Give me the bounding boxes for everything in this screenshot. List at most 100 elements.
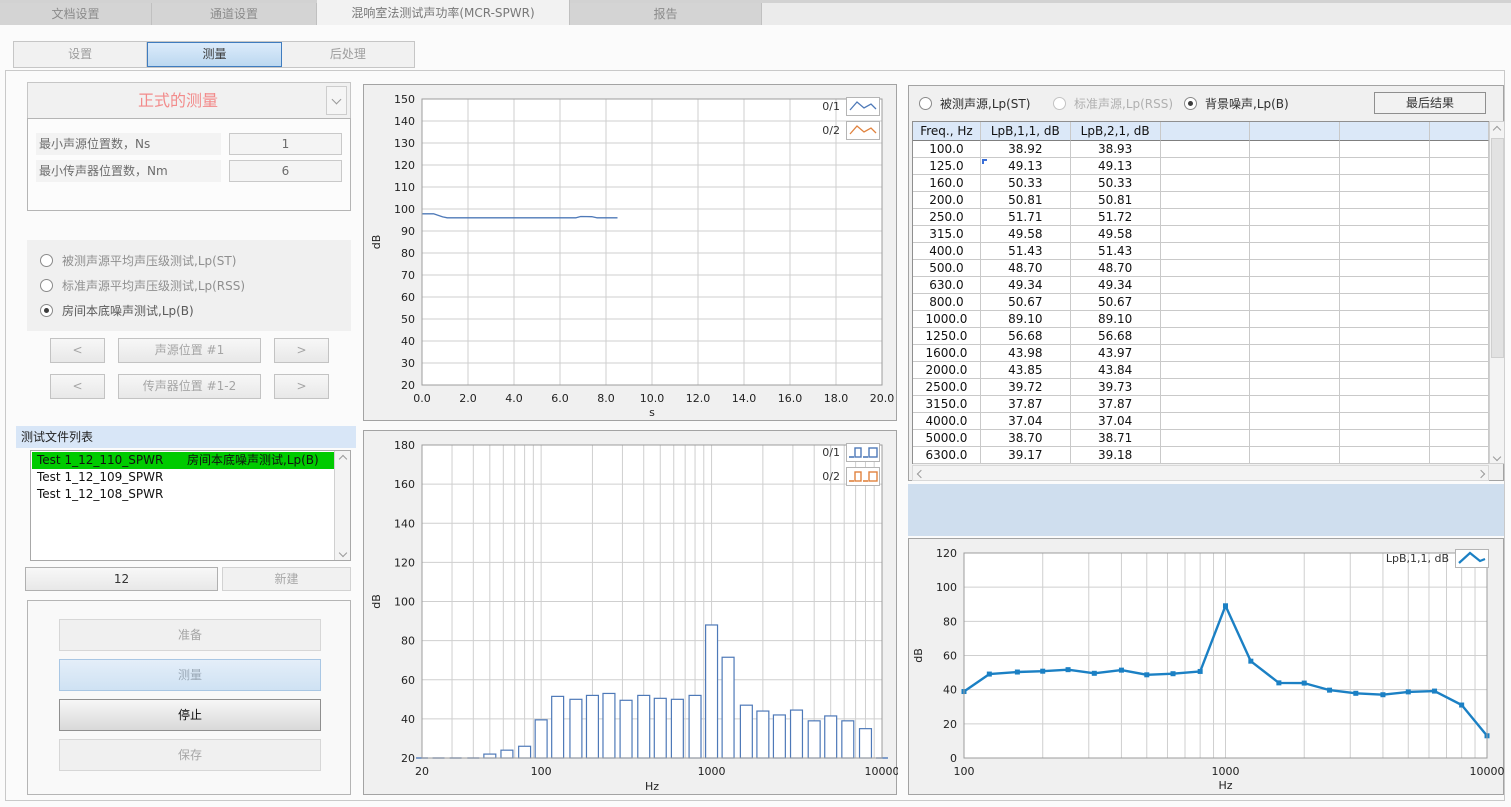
subtab-2[interactable]: 测量 [147, 42, 281, 67]
table-cell[interactable] [1430, 311, 1489, 328]
table-cell[interactable] [1250, 362, 1340, 379]
save-button[interactable]: 保存 [59, 739, 321, 771]
result-source-radio[interactable]: 背景噪声,Lp(B) [1184, 94, 1289, 112]
table-cell[interactable]: 500.0 [913, 260, 981, 277]
table-cell[interactable] [1161, 294, 1251, 311]
table-cell[interactable]: 48.70 [981, 260, 1071, 277]
table-cell[interactable]: 37.87 [981, 396, 1071, 413]
table-cell[interactable] [1430, 209, 1489, 226]
table-cell[interactable] [1250, 209, 1340, 226]
table-cell[interactable]: 39.72 [981, 379, 1071, 396]
table-cell[interactable]: 100.0 [913, 141, 981, 158]
table-vertical-scrollbar[interactable] [1489, 121, 1505, 464]
scroll-down-button[interactable] [1490, 449, 1504, 463]
table-cell[interactable] [1250, 311, 1340, 328]
table-cell[interactable]: 39.73 [1071, 379, 1161, 396]
measurement-mode-dropdown[interactable]: 正式的测量 [27, 82, 351, 119]
table-cell[interactable] [1340, 447, 1430, 464]
table-cell[interactable] [1161, 396, 1251, 413]
table-cell[interactable]: 400.0 [913, 243, 981, 260]
table-cell[interactable] [1340, 345, 1430, 362]
table-cell[interactable]: 38.70 [981, 430, 1071, 447]
table-cell[interactable] [1161, 345, 1251, 362]
microphone-position-prev-button[interactable]: < [50, 374, 105, 399]
table-cell[interactable] [1250, 345, 1340, 362]
table-cell[interactable] [1430, 243, 1489, 260]
table-cell[interactable] [1161, 328, 1251, 345]
table-cell[interactable] [1161, 226, 1251, 243]
table-cell[interactable] [1430, 379, 1489, 396]
table-cell[interactable]: 3150.0 [913, 396, 981, 413]
source-position-label-button[interactable]: 声源位置 #1 [118, 338, 261, 363]
result-source-radio[interactable]: 被测声源,Lp(ST) [919, 94, 1030, 112]
table-cell[interactable] [1250, 141, 1340, 158]
table-cell[interactable]: 800.0 [913, 294, 981, 311]
table-cell[interactable]: 49.34 [981, 277, 1071, 294]
table-cell[interactable] [1250, 413, 1340, 430]
table-cell[interactable] [1161, 158, 1251, 175]
results-table[interactable]: Freq., HzLpB,1,1, dBLpB,2,1, dB100.038.9… [912, 121, 1489, 464]
list-item[interactable]: Test 1_12_110_SPWR房间本底噪声测试,Lp(B) [32, 452, 334, 469]
table-cell[interactable] [1340, 175, 1430, 192]
new-file-button[interactable]: 新建 [222, 567, 351, 591]
table-cell[interactable]: 51.72 [1071, 209, 1161, 226]
stop-button[interactable]: 停止 [59, 699, 321, 731]
table-cell[interactable] [1340, 311, 1430, 328]
table-cell[interactable]: 50.67 [981, 294, 1071, 311]
table-cell[interactable] [1430, 141, 1489, 158]
microphone-position-label-button[interactable]: 传声器位置 #1-2 [118, 374, 261, 399]
table-cell[interactable] [1250, 277, 1340, 294]
table-cell[interactable]: 43.98 [981, 345, 1071, 362]
table-cell[interactable]: 250.0 [913, 209, 981, 226]
table-cell[interactable]: 50.81 [981, 192, 1071, 209]
table-cell[interactable] [1430, 226, 1489, 243]
tab-1[interactable]: 文档设置 [0, 3, 152, 25]
tab-3[interactable]: 混响室法测试声功率(MCR-SPWR) [317, 0, 570, 25]
list-item[interactable]: Test 1_12_109_SPWR [32, 469, 334, 486]
table-cell[interactable]: 37.04 [981, 413, 1071, 430]
table-cell[interactable] [1430, 413, 1489, 430]
legend-peak-icon[interactable] [1455, 549, 1489, 568]
prepare-button[interactable]: 准备 [59, 619, 321, 651]
table-cell[interactable] [1250, 158, 1340, 175]
table-cell[interactable] [1430, 158, 1489, 175]
table-cell[interactable]: 43.84 [1071, 362, 1161, 379]
table-cell[interactable]: 49.13 [1071, 158, 1161, 175]
table-cell[interactable] [1161, 209, 1251, 226]
table-cell[interactable]: 43.97 [1071, 345, 1161, 362]
param-field-value[interactable]: 6 [229, 160, 342, 182]
table-cell[interactable] [1161, 311, 1251, 328]
table-cell[interactable]: 51.43 [981, 243, 1071, 260]
table-cell[interactable] [1340, 260, 1430, 277]
table-cell[interactable]: 50.33 [981, 175, 1071, 192]
tab-2[interactable]: 通道设置 [152, 3, 317, 25]
table-cell[interactable]: 37.87 [1071, 396, 1161, 413]
table-cell[interactable]: 48.70 [1071, 260, 1161, 277]
table-cell[interactable]: 4000.0 [913, 413, 981, 430]
microphone-position-next-button[interactable]: > [274, 374, 329, 399]
table-cell[interactable]: 160.0 [913, 175, 981, 192]
table-cell[interactable]: 49.34 [1071, 277, 1161, 294]
table-cell[interactable] [1430, 396, 1489, 413]
table-cell[interactable]: 38.92 [981, 141, 1071, 158]
table-cell[interactable] [1250, 192, 1340, 209]
test-type-radio[interactable]: 被测声源平均声压级测试,Lp(ST) [40, 251, 236, 269]
table-cell[interactable] [1250, 379, 1340, 396]
table-cell[interactable] [1340, 328, 1430, 345]
table-cell[interactable] [1250, 294, 1340, 311]
table-cell[interactable] [1340, 209, 1430, 226]
final-result-button[interactable]: 最后结果 [1374, 92, 1486, 114]
table-cell[interactable]: 56.68 [981, 328, 1071, 345]
table-cell[interactable]: 43.85 [981, 362, 1071, 379]
source-position-next-button[interactable]: > [274, 338, 329, 363]
table-horizontal-scrollbar[interactable] [912, 465, 1489, 481]
table-cell[interactable]: 38.93 [1071, 141, 1161, 158]
scroll-down-button[interactable] [335, 545, 350, 560]
test-file-list[interactable]: Test 1_12_110_SPWR房间本底噪声测试,Lp(B)Test 1_1… [30, 450, 351, 561]
table-cell[interactable]: 1250.0 [913, 328, 981, 345]
table-cell[interactable] [1430, 362, 1489, 379]
scroll-right-button[interactable] [1473, 466, 1488, 480]
table-cell[interactable]: 50.81 [1071, 192, 1161, 209]
table-cell[interactable] [1250, 175, 1340, 192]
scrollbar-thumb[interactable] [1491, 138, 1504, 358]
